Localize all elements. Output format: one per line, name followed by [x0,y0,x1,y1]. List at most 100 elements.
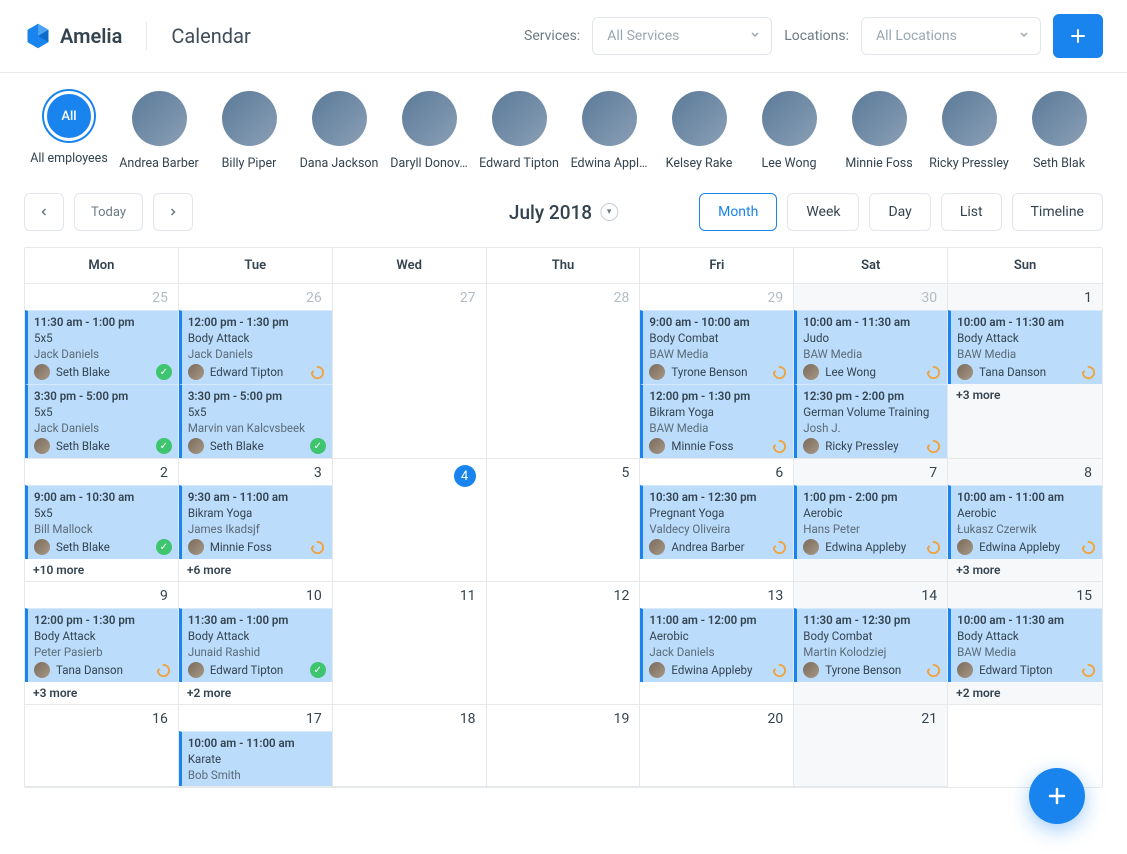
fab-add-button[interactable] [1029,768,1085,824]
employee-avatar [312,91,367,146]
calendar-cell[interactable]: 1011:30 am - 1:00 pmBody AttackJunaid Ra… [179,582,333,705]
view-list[interactable]: List [941,193,1002,231]
calendar-cell[interactable]: 16 [25,705,179,787]
event-item[interactable]: 3:30 pm - 5:00 pm5x5Marvin van Kalcvsbee… [179,384,332,458]
event-item[interactable]: 9:30 am - 11:00 amBikram YogaJames Ikads… [179,485,332,559]
calendar-cell[interactable]: 11 [333,582,487,705]
calendar-cell[interactable]: 1411:30 am - 12:30 pmBody CombatMartin K… [794,582,948,705]
logo: Amelia [24,22,147,50]
calendar-cell[interactable]: 110:00 am - 11:30 amBody AttackBAW Media… [948,284,1102,459]
next-button[interactable] [153,193,193,231]
date-number: 14 [794,582,947,608]
calendar-cell[interactable]: 19 [487,705,641,787]
more-events-link[interactable]: +2 more [179,682,332,704]
calendar-cell[interactable]: 912:00 pm - 1:30 pmBody AttackPeter Pasi… [25,582,179,705]
event-item[interactable]: 11:00 am - 12:00 pmAerobicJack DanielsEd… [640,608,793,682]
services-select[interactable]: All Services [592,17,772,55]
employee-filter-item[interactable]: Ricky Pressley [924,91,1014,171]
calendar-cell[interactable]: 27 [333,284,487,459]
calendar-cell[interactable]: 2511:30 am - 1:00 pm5x5Jack DanielsSeth … [25,284,179,459]
calendar-cell[interactable]: 71:00 pm - 2:00 pmAerobicHans PeterEdwin… [794,459,948,582]
calendar-cell[interactable]: 21 [794,705,948,787]
date-number: 27 [333,284,486,310]
view-day[interactable]: Day [869,193,930,231]
calendar-grid: MonTueWedThuFriSatSun 2511:30 am - 1:00 … [24,247,1103,788]
event-time: 11:30 am - 12:30 pm [803,613,941,627]
event-item[interactable]: 9:00 am - 10:30 am5x5Bill MallockSeth Bl… [25,485,178,559]
event-time: 9:30 am - 11:00 am [188,490,326,504]
event-item[interactable]: 12:00 pm - 1:30 pmBody AttackPeter Pasie… [25,608,178,682]
view-month[interactable]: Month [699,193,777,231]
employee-filter-item[interactable]: Kelsey Rake [654,91,744,171]
prev-button[interactable] [24,193,64,231]
calendar-cell[interactable]: 299:00 am - 10:00 amBody CombatBAW Media… [640,284,794,459]
calendar-cell[interactable]: 12 [487,582,641,705]
event-footer: Edward Tipton✓ [188,662,326,678]
event-time: 12:00 pm - 1:30 pm [34,613,172,627]
calendar-cell[interactable]: 610:30 am - 12:30 pmPregnant YogaValdecy… [640,459,794,582]
calendar-cell[interactable]: 5 [487,459,641,582]
event-time: 10:00 am - 11:30 am [957,613,1096,627]
employee-filter-item[interactable]: Billy Piper [204,91,294,171]
calendar-cell[interactable]: 3010:00 am - 11:30 amJudoBAW MediaLee Wo… [794,284,948,459]
employee-filter-item[interactable]: Seth Blak [1014,91,1104,171]
calendar-cell[interactable]: 20 [640,705,794,787]
employee-filter-item[interactable]: Edward Tipton [474,91,564,171]
employee-filter-item[interactable]: AllAll employees [24,91,114,171]
month-selector[interactable]: July 2018 ▾ [509,201,618,224]
event-item[interactable]: 10:00 am - 11:30 amBody AttackBAW MediaT… [948,310,1102,384]
date-number: 28 [487,284,640,310]
employee-avatar [762,91,817,146]
event-item[interactable]: 11:30 am - 1:00 pm5x5Jack DanielsSeth Bl… [25,310,178,384]
calendar-cell[interactable]: 29:00 am - 10:30 am5x5Bill MallockSeth B… [25,459,179,582]
employee-filter-item[interactable]: Lee Wong [744,91,834,171]
calendar-cell[interactable]: 2612:00 pm - 1:30 pmBody AttackJack Dani… [179,284,333,459]
employee-filter-item[interactable]: Dana Jackson [294,91,384,171]
more-events-link[interactable]: +3 more [25,682,178,704]
event-item[interactable]: 11:30 am - 12:30 pmBody CombatMartin Kol… [794,608,947,682]
calendar-cell[interactable]: 18 [333,705,487,787]
calendar-cell[interactable]: 1510:00 am - 11:30 amBody AttackBAW Medi… [948,582,1102,705]
more-events-link[interactable]: +6 more [179,559,332,581]
more-events-link[interactable]: +10 more [25,559,178,581]
event-footer: Edward Tipton [957,662,1096,678]
view-timeline[interactable]: Timeline [1012,193,1103,231]
calendar-cell[interactable]: 1311:00 am - 12:00 pmAerobicJack Daniels… [640,582,794,705]
event-item[interactable]: 1:00 pm - 2:00 pmAerobicHans PeterEdwina… [794,485,947,559]
calendar-cell[interactable]: 810:00 am - 11:00 amAerobicŁukasz Czerwi… [948,459,1102,582]
event-item[interactable]: 10:00 am - 11:30 amBody AttackBAW MediaE… [948,608,1102,682]
employee-name: Minnie Foss [845,156,912,171]
employee-avatar-small [188,662,204,678]
event-item[interactable]: 12:00 pm - 1:30 pmBikram YogaBAW MediaMi… [640,384,793,458]
event-item[interactable]: 10:00 am - 11:00 amKarateBob Smith [179,731,332,786]
event-item[interactable]: 3:30 pm - 5:00 pm5x5Jack DanielsSeth Bla… [25,384,178,458]
employee-name: Edwina Appl… [571,156,648,171]
more-events-link[interactable]: +2 more [948,682,1102,704]
employee-name: Edward Tipton [479,156,559,171]
event-service: Judo [803,331,941,345]
more-events-link[interactable]: +3 more [948,559,1102,581]
employee-filter-item[interactable]: Daryll Donov… [384,91,474,171]
calendar-cell[interactable]: 4 [333,459,487,582]
add-button[interactable] [1053,14,1103,58]
event-item[interactable]: 10:00 am - 11:30 amJudoBAW MediaLee Wong [794,310,947,384]
calendar-cell[interactable]: 1710:00 am - 11:00 amKarateBob Smith [179,705,333,787]
event-item[interactable]: 11:30 am - 1:00 pmBody AttackJunaid Rash… [179,608,332,682]
today-button[interactable]: Today [74,193,143,231]
event-item[interactable]: 10:30 am - 12:30 pmPregnant YogaValdecy … [640,485,793,559]
event-item[interactable]: 12:30 pm - 2:00 pmGerman Volume Training… [794,384,947,458]
employee-filter-item[interactable]: Edwina Appl… [564,91,654,171]
view-week[interactable]: Week [787,193,859,231]
event-time: 10:00 am - 11:30 am [957,315,1096,329]
locations-select[interactable]: All Locations [861,17,1041,55]
event-item[interactable]: 10:00 am - 11:00 amAerobicŁukasz Czerwik… [948,485,1102,559]
more-events-link[interactable]: +3 more [948,384,1102,406]
calendar-cell[interactable]: 39:30 am - 11:00 amBikram YogaJames Ikad… [179,459,333,582]
date-number: 5 [487,459,640,485]
event-item[interactable]: 12:00 pm - 1:30 pmBody AttackJack Daniel… [179,310,332,384]
employee-filter-item[interactable]: Andrea Barber [114,91,204,171]
calendar-cell[interactable]: 28 [487,284,641,459]
amelia-logo-icon [24,22,52,50]
employee-filter-item[interactable]: Minnie Foss [834,91,924,171]
event-item[interactable]: 9:00 am - 10:00 amBody CombatBAW MediaTy… [640,310,793,384]
